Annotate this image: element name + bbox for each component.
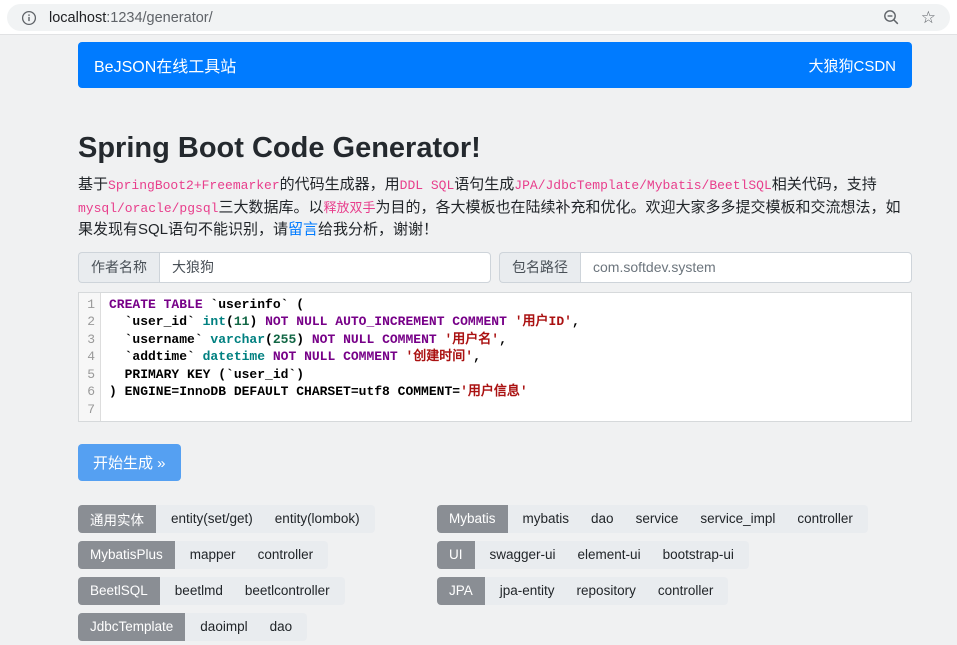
- package-label: 包名路径: [499, 252, 580, 283]
- url-path: :1234/generator/: [106, 10, 212, 26]
- template-item[interactable]: jpa-entity: [489, 583, 566, 598]
- intro-text: 三大数据库。以: [218, 199, 323, 216]
- address-bar[interactable]: localhost:1234/generator/ ☆: [7, 4, 950, 31]
- template-group-label[interactable]: BeetlSQL: [78, 577, 160, 605]
- brand-link[interactable]: BeJSON在线工具站: [94, 53, 236, 77]
- code-line: `user_id` int(11) NOT NULL AUTO_INCREMEN…: [109, 313, 911, 331]
- config-form-row: 作者名称 包名路径: [78, 252, 912, 283]
- page-content: BeJSON在线工具站 大狼狗CSDN Spring Boot Code Gen…: [0, 35, 957, 641]
- template-group-label[interactable]: JdbcTemplate: [78, 613, 185, 641]
- template-item[interactable]: controller: [647, 583, 725, 598]
- line-number: 3: [85, 331, 95, 349]
- site-navbar: BeJSON在线工具站 大狼狗CSDN: [78, 42, 912, 88]
- template-group: BeetlSQL beetlmdbeetlcontroller: [78, 577, 345, 605]
- template-item[interactable]: entity(set/get): [160, 511, 264, 526]
- template-group: JPA jpa-entityrepositorycontroller: [437, 577, 728, 605]
- intro-text: 语句生成: [454, 176, 514, 193]
- code-span: JPA/JdbcTemplate/Mybatis/BeetlSQL: [514, 178, 771, 193]
- editor-code: CREATE TABLE `userinfo` ( `user_id` int(…: [101, 293, 911, 421]
- template-item[interactable]: daoimpl: [189, 619, 258, 634]
- code-line: CREATE TABLE `userinfo` (: [109, 296, 911, 314]
- sql-editor[interactable]: 1234567 CREATE TABLE `userinfo` ( `user_…: [78, 292, 912, 422]
- template-group-label[interactable]: MybatisPlus: [78, 541, 175, 569]
- template-group: JdbcTemplate daoimpldao: [78, 613, 307, 641]
- template-item[interactable]: entity(lombok): [264, 511, 371, 526]
- intro-text: 给我分析，谢谢！: [318, 221, 438, 238]
- template-item[interactable]: mapper: [179, 547, 247, 562]
- code-line: PRIMARY KEY (`user_id`): [109, 366, 911, 384]
- template-group-label[interactable]: JPA: [437, 577, 485, 605]
- line-number: 2: [85, 313, 95, 331]
- intro-text: 基于: [78, 176, 108, 193]
- template-item[interactable]: mybatis: [512, 511, 581, 526]
- editor-gutter: 1234567: [79, 293, 101, 421]
- line-number: 7: [85, 401, 95, 419]
- template-item[interactable]: service_impl: [689, 511, 786, 526]
- code-line: `addtime` datetime NOT NULL COMMENT '创建时…: [109, 348, 911, 366]
- template-item[interactable]: controller: [786, 511, 864, 526]
- code-line: [109, 401, 911, 419]
- intro-text: 相关代码，支持: [772, 176, 877, 193]
- template-item[interactable]: service: [625, 511, 690, 526]
- line-number: 1: [85, 296, 95, 314]
- code-line: ) ENGINE=InnoDB DEFAULT CHARSET=utf8 COM…: [109, 383, 911, 401]
- template-item[interactable]: bootstrap-ui: [652, 547, 745, 562]
- code-span: DDL SQL: [400, 178, 455, 193]
- browser-toolbar: localhost:1234/generator/ ☆: [0, 0, 957, 35]
- package-input-group: 包名路径: [499, 252, 912, 283]
- template-group: Mybatis mybatisdaoserviceservice_implcont…: [437, 505, 868, 533]
- url-host: localhost: [49, 10, 106, 26]
- template-group: 通用实体 entity(set/get)entity(lombok): [78, 505, 375, 533]
- template-item[interactable]: dao: [259, 619, 304, 634]
- template-group-label[interactable]: Mybatis: [437, 505, 508, 533]
- template-item[interactable]: dao: [580, 511, 625, 526]
- template-item[interactable]: beetlcontroller: [234, 583, 341, 598]
- intro-paragraph: 基于SpringBoot2+Freemarker的代码生成器，用DDL SQL语…: [78, 174, 912, 241]
- template-group-label[interactable]: 通用实体: [78, 505, 156, 533]
- template-item[interactable]: element-ui: [567, 547, 652, 562]
- line-number: 6: [85, 383, 95, 401]
- line-number: 4: [85, 348, 95, 366]
- author-label: 作者名称: [78, 252, 159, 283]
- navbar-right-link[interactable]: 大狼狗CSDN: [808, 55, 896, 76]
- code-span: SpringBoot2+Freemarker: [108, 178, 280, 193]
- code-span: 释放双手: [323, 201, 375, 216]
- template-item[interactable]: controller: [247, 547, 325, 562]
- template-item[interactable]: beetlmd: [164, 583, 234, 598]
- template-groups: 通用实体 entity(set/get)entity(lombok) Mybatis…: [78, 505, 912, 641]
- line-number: 5: [85, 366, 95, 384]
- url-text: localhost:1234/generator/: [49, 10, 213, 26]
- template-item[interactable]: swagger-ui: [479, 547, 567, 562]
- intro-text: 的代码生成器，用: [280, 176, 400, 193]
- page-title: Spring Boot Code Generator!: [78, 132, 912, 165]
- info-icon[interactable]: [21, 10, 37, 26]
- zoom-out-icon[interactable]: [882, 8, 901, 27]
- generate-button[interactable]: 开始生成 »: [78, 444, 181, 481]
- template-group: MybatisPlus mappercontroller: [78, 541, 328, 569]
- bookmark-star-icon[interactable]: ☆: [921, 9, 936, 26]
- template-group-label[interactable]: UI: [437, 541, 475, 569]
- package-input[interactable]: [580, 252, 912, 283]
- author-input-group: 作者名称: [78, 252, 491, 283]
- template-item[interactable]: repository: [566, 583, 647, 598]
- message-link[interactable]: 留言: [288, 221, 318, 238]
- code-line: `username` varchar(255) NOT NULL COMMENT…: [109, 331, 911, 349]
- author-input[interactable]: [159, 252, 491, 283]
- code-span: mysql/oracle/pgsql: [78, 201, 218, 216]
- template-group: UI swagger-uielement-uibootstrap-ui: [437, 541, 749, 569]
